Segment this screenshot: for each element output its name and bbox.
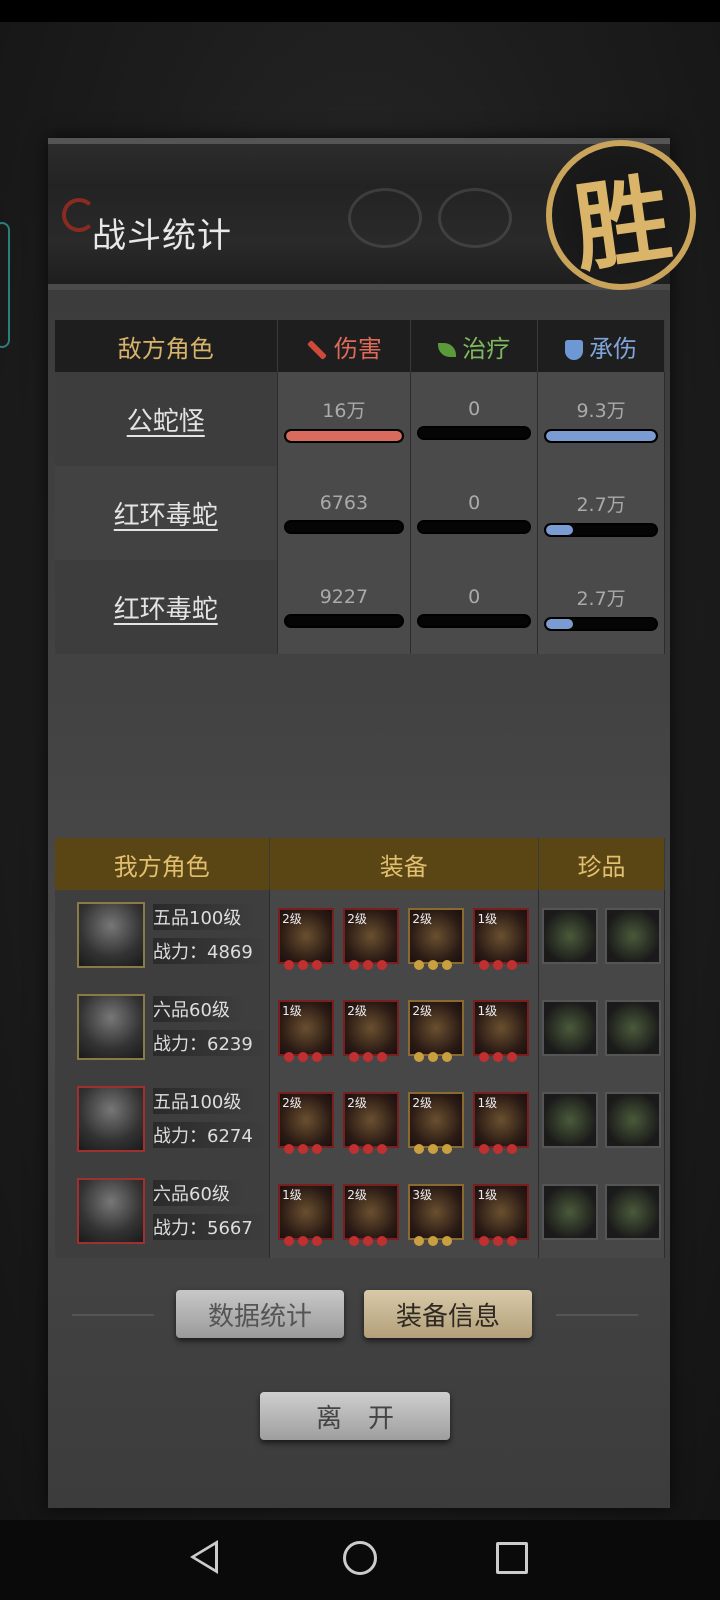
taken-value: 9.3万 — [576, 399, 626, 422]
divider — [556, 1314, 638, 1316]
enemy-name-link[interactable]: 红环毒蛇 — [114, 501, 218, 531]
character-rank: 五品100级 — [153, 904, 256, 930]
sword-icon — [306, 339, 327, 360]
equipment-slot[interactable]: 1级 — [473, 1184, 530, 1246]
damage-value: 9227 — [319, 586, 369, 608]
equipment-slot[interactable]: 2级 — [343, 1092, 400, 1154]
table-row: 五品100级 战力：6274 2级 2级 2级 1级 — [55, 1074, 665, 1166]
equipment-slot[interactable]: 1级 — [278, 1184, 335, 1246]
equipment-slot[interactable]: 1级 — [473, 1092, 530, 1154]
treasure-slot[interactable] — [604, 1000, 661, 1056]
shield-icon — [565, 339, 584, 360]
character-power: 战力：6239 — [153, 1030, 267, 1056]
treasure-slot[interactable] — [542, 1184, 599, 1240]
equipment-slot[interactable]: 1级 — [473, 1000, 530, 1062]
equipment-slot[interactable]: 1级 — [473, 908, 530, 970]
table-row: 六品60级 战力：6239 1级 2级 2级 1级 — [55, 982, 665, 1074]
leaf-icon — [438, 342, 457, 357]
equipment-info-button[interactable]: 装备信息 — [364, 1290, 532, 1338]
avatar[interactable] — [77, 1086, 145, 1152]
enemy-name-header: 敌方角色 — [55, 320, 278, 372]
character-power: 战力：5667 — [153, 1214, 267, 1240]
equipment-slot[interactable]: 2级 — [343, 1000, 400, 1062]
navigation-bar — [0, 1520, 720, 1600]
taken-bar — [544, 616, 658, 631]
enemy-name-link[interactable]: 公蛇怪 — [127, 407, 205, 437]
treasure-header: 珍品 — [538, 838, 665, 890]
page-title: 战斗统计 — [92, 216, 232, 256]
damage-header: 伤害 — [277, 320, 412, 372]
home-icon[interactable] — [343, 1541, 377, 1575]
damage-taken-header: 承伤 — [537, 320, 665, 372]
equipment-slot[interactable]: 2级 — [408, 908, 465, 970]
victory-seal: 胜 — [546, 140, 696, 290]
character-rank: 六品60级 — [153, 996, 244, 1022]
enemy-stats-table: 敌方角色 伤害 治疗 承伤 公蛇怪 16万 0 9.3万 红环毒蛇 6763 0… — [55, 320, 665, 654]
damage-value: 6763 — [319, 492, 369, 514]
equipment-slot[interactable]: 2级 — [408, 1000, 465, 1062]
treasure-slot[interactable] — [542, 908, 599, 964]
table-row: 公蛇怪 16万 0 9.3万 — [55, 372, 665, 466]
character-power: 战力：4869 — [153, 938, 267, 964]
enemy-table-header: 敌方角色 伤害 治疗 承伤 — [55, 320, 665, 372]
ally-table-header: 我方角色 装备 珍品 — [55, 838, 665, 890]
treasure-slot[interactable] — [604, 908, 661, 964]
damage-bar — [283, 614, 405, 628]
taken-value: 2.7万 — [576, 587, 626, 610]
heal-value: 0 — [468, 586, 481, 608]
character-rank: 五品100级 — [153, 1088, 256, 1114]
heal-bar — [417, 520, 532, 534]
equipment-slot[interactable]: 2级 — [343, 1184, 400, 1246]
cloud-pattern-icon — [438, 188, 512, 248]
character-power: 战力：6274 — [153, 1122, 267, 1148]
damage-bar — [283, 520, 405, 534]
heal-value: 0 — [468, 398, 481, 420]
taken-bar — [544, 522, 658, 537]
cloud-pattern-icon — [348, 188, 422, 248]
avatar[interactable] — [77, 994, 145, 1060]
damage-bar — [283, 428, 405, 443]
heal-value: 0 — [468, 492, 481, 514]
equipment-slot[interactable]: 3级 — [408, 1184, 465, 1246]
damage-value: 16万 — [322, 399, 366, 422]
status-bar — [0, 0, 720, 22]
ally-name-header: 我方角色 — [55, 838, 270, 890]
treasure-slot[interactable] — [604, 1184, 661, 1240]
swirl-icon — [62, 198, 96, 232]
table-row: 六品60级 战力：5667 1级 2级 3级 1级 — [55, 1166, 665, 1258]
avatar[interactable] — [77, 902, 145, 968]
victory-seal-text: 胜 — [566, 160, 678, 286]
table-row: 红环毒蛇 6763 0 2.7万 — [55, 466, 665, 560]
character-rank: 六品60级 — [153, 1180, 244, 1206]
taken-bar — [544, 428, 658, 443]
avatar[interactable] — [77, 1178, 145, 1244]
data-stats-button[interactable]: 数据统计 — [176, 1290, 344, 1338]
treasure-slot[interactable] — [542, 1000, 599, 1056]
table-row: 红环毒蛇 9227 0 2.7万 — [55, 560, 665, 654]
equipment-slot[interactable]: 2级 — [278, 908, 335, 970]
treasure-slot[interactable] — [604, 1092, 661, 1148]
equipment-header: 装备 — [269, 838, 539, 890]
enemy-name-link[interactable]: 红环毒蛇 — [114, 595, 218, 625]
equipment-slot[interactable]: 2级 — [408, 1092, 465, 1154]
side-edge-tab[interactable] — [0, 222, 10, 348]
leave-button[interactable]: 离开 — [260, 1392, 450, 1440]
equipment-slot[interactable]: 1级 — [278, 1000, 335, 1062]
ally-stats-table: 我方角色 装备 珍品 五品100级 战力：4869 2级 2级 2级 1级 六品… — [55, 838, 665, 1258]
recent-apps-icon[interactable] — [496, 1542, 528, 1574]
equipment-slot[interactable]: 2级 — [278, 1092, 335, 1154]
table-row: 五品100级 战力：4869 2级 2级 2级 1级 — [55, 890, 665, 982]
divider — [72, 1314, 154, 1316]
heal-header: 治疗 — [410, 320, 539, 372]
back-icon[interactable] — [190, 1540, 218, 1574]
treasure-slot[interactable] — [542, 1092, 599, 1148]
taken-value: 2.7万 — [576, 493, 626, 516]
heal-bar — [417, 614, 532, 628]
equipment-slot[interactable]: 2级 — [343, 908, 400, 970]
heal-bar — [417, 426, 532, 440]
